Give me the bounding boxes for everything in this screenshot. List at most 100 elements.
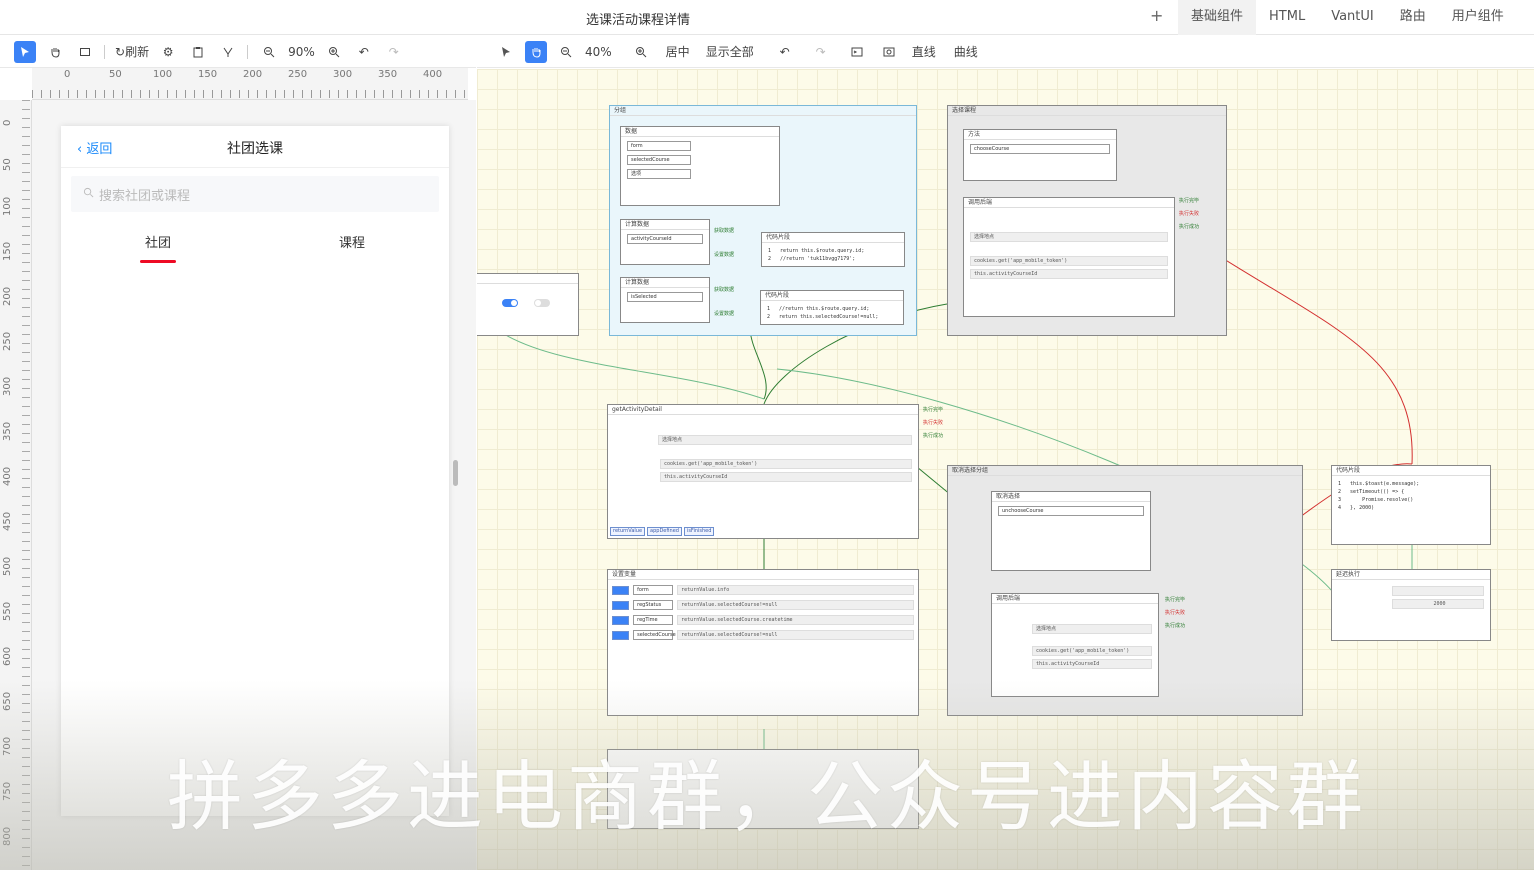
async-node-title: 调用后端: [992, 594, 1158, 604]
data-field[interactable]: form: [627, 141, 691, 151]
code-snippet[interactable]: 1 return this.$route.query.id; 2 //retur…: [762, 243, 904, 267]
redo-icon[interactable]: ↷: [810, 41, 832, 63]
zoom-out-icon[interactable]: [258, 41, 280, 63]
tab-vantui[interactable]: VantUI: [1318, 0, 1387, 35]
tab-course[interactable]: 课程: [255, 220, 449, 266]
pointer-tool-icon[interactable]: [495, 41, 517, 63]
zoom-in-icon[interactable]: [630, 41, 652, 63]
async-option[interactable]: 选择地点: [1032, 624, 1152, 634]
data-node[interactable]: 数据 form selectedCourse 选项: [620, 126, 780, 206]
ruler-tick: 50: [2, 158, 13, 171]
param-code[interactable]: cookies.get('app_mobile_token'): [1032, 646, 1152, 656]
redo-icon[interactable]: ↷: [383, 41, 405, 63]
zoom-out-icon[interactable]: [555, 41, 577, 63]
club-course-tabs: 社团 课程: [61, 220, 449, 266]
toggle-node[interactable]: [477, 273, 579, 336]
output-tag[interactable]: returnValue: [610, 527, 646, 536]
hand-tool-icon[interactable]: [44, 41, 66, 63]
computed-node[interactable]: 计算数据 isSelected: [620, 277, 710, 323]
var-value[interactable]: returnValue.selectedCourse!=null: [677, 630, 914, 640]
port-label: 设置数据: [714, 252, 735, 258]
tab-html[interactable]: HTML: [1256, 0, 1318, 35]
output-tag[interactable]: appDefined: [647, 527, 682, 536]
ruler-tick: 650: [2, 691, 13, 711]
flow-zoom-level: 40%: [585, 44, 612, 59]
code-node-title: 代码片段: [761, 291, 903, 301]
undo-icon[interactable]: ↶: [353, 41, 375, 63]
async-option[interactable]: 选择地点: [658, 435, 912, 445]
terminal-icon[interactable]: [846, 41, 868, 63]
tab-router[interactable]: 路由: [1387, 0, 1439, 35]
ruler-tick: 350: [378, 69, 398, 80]
var-value[interactable]: returnValue.selectedCourse!=null: [677, 600, 914, 610]
undo-icon[interactable]: ↶: [774, 41, 796, 63]
code-snippet[interactable]: 1 //return this.$route.query.id; 2 retur…: [761, 301, 903, 325]
horizontal-ruler: 0 50 100 150 200 250 300 350 400: [32, 68, 468, 100]
refresh-icon: ↻: [115, 44, 126, 59]
center-button[interactable]: 居中: [666, 41, 690, 63]
delay-value[interactable]: 2000: [1392, 599, 1484, 609]
toggle-off-icon: [534, 299, 550, 307]
method-node[interactable]: 取消选择 unchooseCourse: [991, 491, 1151, 571]
pointer-tool-icon[interactable]: [14, 40, 36, 63]
async-call-node[interactable]: 调用后端 选择地点 cookies.get('app_mobile_token'…: [991, 593, 1159, 697]
search-input[interactable]: 搜索社团或课程: [71, 176, 439, 212]
ruler-tick: 300: [2, 376, 13, 396]
clipboard-icon[interactable]: [187, 41, 209, 63]
image-icon[interactable]: [878, 41, 900, 63]
set-var-tag: [612, 585, 630, 595]
code-node-title: 代码片段: [1332, 466, 1490, 476]
output-tag[interactable]: isFinished: [683, 527, 715, 536]
async-option[interactable]: 选择地点: [970, 232, 1168, 242]
add-tab-icon[interactable]: +: [1150, 6, 1163, 25]
settings-icon[interactable]: ⚙: [157, 41, 179, 63]
computed-field[interactable]: activityCourseId: [627, 234, 703, 244]
code-snippet-node[interactable]: 代码片段 1 //return this.$route.query.id; 2 …: [760, 290, 904, 325]
delay-field[interactable]: [1392, 586, 1484, 596]
code-snippet-node[interactable]: 代码片段 1 this.$toast(e.message); 2 setTime…: [1331, 465, 1491, 545]
param-code[interactable]: this.activityCourseId: [660, 472, 912, 482]
data-field[interactable]: selectedCourse: [627, 155, 691, 165]
video-caption: 拼多多进电商群，公众号进内容群: [167, 752, 1367, 841]
tab-user-components[interactable]: 用户组件: [1439, 0, 1517, 35]
zoom-in-icon[interactable]: [323, 41, 345, 63]
node-header: [477, 274, 578, 284]
curve-line-button[interactable]: 曲线: [954, 41, 978, 63]
tab-basic-components[interactable]: 基础组件: [1178, 0, 1257, 35]
design-toolbar: ↻ 刷新 ⚙ 90% ↶ ↷: [0, 36, 476, 68]
ruler-tick: 500: [2, 556, 13, 576]
var-name[interactable]: regStatus: [633, 600, 674, 610]
computed-field[interactable]: isSelected: [627, 292, 703, 302]
tab-club[interactable]: 社团: [61, 220, 255, 266]
param-code[interactable]: cookies.get('app_mobile_token'): [970, 256, 1168, 266]
port-label: 执行完毕: [1165, 597, 1186, 603]
method-node[interactable]: 方法 chooseCourse: [963, 129, 1117, 181]
var-value[interactable]: returnValue.info: [677, 585, 914, 595]
toolbar-divider: [104, 44, 105, 59]
method-field[interactable]: chooseCourse: [970, 144, 1110, 154]
show-all-button[interactable]: 显示全部: [706, 41, 754, 63]
async-call-node[interactable]: getActivityDetail 选择地点 cookies.get('app_…: [607, 404, 919, 539]
splitter-handle[interactable]: [453, 460, 458, 486]
var-name[interactable]: regTime: [633, 615, 674, 625]
hand-tool-icon[interactable]: [525, 40, 547, 63]
var-name[interactable]: form: [633, 585, 674, 595]
straight-line-button[interactable]: 直线: [912, 41, 936, 63]
param-code[interactable]: cookies.get('app_mobile_token'): [660, 459, 912, 469]
delay-node[interactable]: 延迟执行 2000: [1331, 569, 1491, 641]
computed-node[interactable]: 计算数据 activityCourseId: [620, 219, 710, 265]
merge-icon[interactable]: [217, 41, 239, 63]
refresh-button[interactable]: ↻ 刷新: [115, 41, 149, 63]
method-field[interactable]: unchooseCourse: [998, 506, 1144, 516]
code-snippet-node[interactable]: 代码片段 1 return this.$route.query.id; 2 //…: [761, 232, 905, 267]
data-field[interactable]: 选项: [627, 169, 691, 179]
async-call-node[interactable]: 调用后端 选择地点 cookies.get('app_mobile_token'…: [963, 197, 1175, 317]
param-code[interactable]: this.activityCourseId: [1032, 659, 1152, 669]
code-snippet[interactable]: 1 this.$toast(e.message); 2 setTimeout((…: [1332, 476, 1490, 516]
param-code[interactable]: this.activityCourseId: [970, 269, 1168, 279]
port-label: 执行失败: [923, 420, 944, 426]
var-name[interactable]: selectedCourse: [633, 630, 676, 640]
set-variable-node[interactable]: 设置变量 form returnValue.info regStatus retur…: [607, 569, 919, 716]
rectangle-tool-icon[interactable]: [74, 41, 96, 63]
var-value[interactable]: returnValue.selectedCourse.createtime: [677, 615, 914, 625]
